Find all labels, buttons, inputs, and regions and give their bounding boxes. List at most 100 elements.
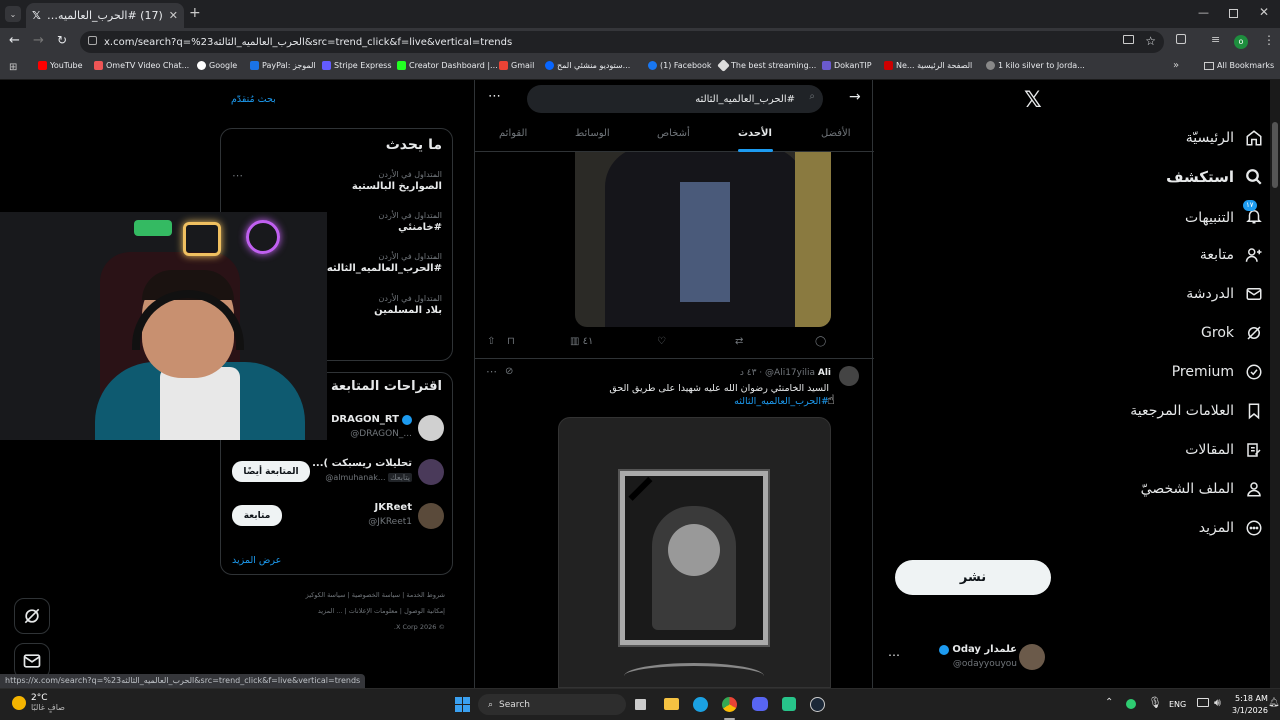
post-more-icon[interactable]: ⋯ bbox=[486, 365, 497, 378]
all-bookmarks[interactable]: All Bookmarks bbox=[1204, 61, 1274, 70]
post-image[interactable] bbox=[575, 152, 831, 327]
bookmark-stripe[interactable]: Stripe Express bbox=[322, 61, 392, 70]
tray-app-icon[interactable] bbox=[1126, 699, 1136, 709]
footer-link[interactable]: شروط الخدمة bbox=[406, 591, 445, 599]
post-time[interactable]: ٤٣ د bbox=[740, 368, 757, 378]
nav-grok[interactable]: Grok bbox=[1201, 324, 1263, 342]
nav-premium[interactable]: Premium bbox=[1172, 363, 1263, 381]
trend-more-icon[interactable]: ⋯ bbox=[232, 169, 243, 182]
star-icon[interactable]: ☆ bbox=[1145, 34, 1156, 48]
like-icon[interactable]: ♡ bbox=[657, 336, 666, 347]
grok-icon[interactable]: ⊘ bbox=[505, 366, 513, 377]
language-indicator[interactable]: ENG bbox=[1169, 700, 1186, 709]
profile-avatar-icon[interactable]: o bbox=[1234, 35, 1248, 49]
active-browser-tab[interactable]: ✕ (17) #الحرب_العالميه_الثالثه - الب 𝕏 bbox=[26, 3, 184, 28]
nav-home[interactable]: الرئيسيّة bbox=[1186, 129, 1263, 147]
reply-icon[interactable]: ◯ bbox=[815, 336, 826, 347]
suggestion-row[interactable]: تحليلات ريسبكت )... @almuhanak... يتابعك… bbox=[221, 457, 454, 491]
back-icon[interactable]: ← bbox=[9, 33, 20, 48]
show-more-link[interactable]: عرض المزيد bbox=[232, 555, 281, 566]
nav-articles[interactable]: المقالات bbox=[1185, 441, 1263, 459]
more-bookmarks-icon[interactable]: » bbox=[1173, 60, 1179, 71]
bookmark-silver[interactable]: 1 kilo silver to Jorda... bbox=[986, 61, 1085, 70]
bookmark-studio[interactable]: ستوديو منشئي المح... bbox=[545, 61, 630, 70]
bookmark-paypal[interactable]: PayPal: الموجز bbox=[250, 61, 316, 70]
microphone-icon[interactable]: 🎙︎ bbox=[1148, 696, 1162, 709]
post-avatar[interactable] bbox=[839, 366, 859, 386]
edge-icon[interactable] bbox=[693, 697, 708, 712]
task-view-icon[interactable] bbox=[635, 699, 646, 710]
footer-link[interactable]: سياسة الكوكيز bbox=[306, 591, 346, 599]
footer-link[interactable]: معلومات الإعلانات bbox=[349, 607, 398, 615]
network-icon[interactable] bbox=[1197, 698, 1209, 707]
volume-icon[interactable]: 🔊︎ bbox=[1214, 696, 1221, 710]
close-window-button[interactable]: ✕ bbox=[1259, 5, 1269, 19]
tab-media[interactable]: الوسائط bbox=[575, 128, 610, 139]
share-icon[interactable]: ⇧ bbox=[487, 336, 495, 347]
post-author[interactable]: Ali bbox=[818, 368, 831, 378]
trend-item[interactable]: المتداول في الأردن بلاد المسلمين bbox=[374, 294, 442, 316]
follow-button[interactable]: متابعة bbox=[232, 505, 282, 526]
nav-bookmarks[interactable]: العلامات المرجعية bbox=[1130, 402, 1263, 420]
maximize-button[interactable] bbox=[1229, 9, 1238, 18]
tab-people[interactable]: أشخاص bbox=[657, 128, 690, 139]
trend-item[interactable]: المتداول في الأردن الصواريخ البالستية bbox=[352, 170, 442, 192]
post-hashtag[interactable]: #الحرب_العالميه_الثالثه bbox=[734, 396, 829, 407]
footer-link[interactable]: ... المزيد bbox=[318, 607, 343, 615]
weather-widget[interactable]: 2°C صافٍ غالبًا bbox=[12, 693, 65, 712]
nav-profile[interactable]: الملف الشخصيّ bbox=[1141, 480, 1263, 498]
discord-icon[interactable] bbox=[752, 697, 768, 711]
bookmark-gmail[interactable]: Gmail bbox=[499, 61, 534, 70]
account-switcher[interactable]: ⋯ Oday علمدار @odayyouyou bbox=[885, 640, 1045, 676]
steam-icon[interactable] bbox=[810, 697, 825, 712]
advanced-search-link[interactable]: بحث مُتقدّم bbox=[231, 94, 276, 105]
trend-item[interactable]: المتداول في الأردن #الحرب_العالميه_الثالث… bbox=[327, 252, 442, 274]
tab-lists[interactable]: القوائم bbox=[499, 128, 527, 139]
media-icon[interactable]: ≡ bbox=[1211, 33, 1220, 46]
bookmark-youtube[interactable]: YouTube bbox=[38, 61, 83, 70]
file-explorer-icon[interactable] bbox=[664, 698, 679, 710]
notification-bell-icon[interactable]: 🔔︎ bbox=[1268, 698, 1279, 708]
close-tab-icon[interactable]: ✕ bbox=[169, 9, 178, 22]
bookmark-dokantip[interactable]: DokanTIP bbox=[822, 61, 872, 70]
nav-notifications[interactable]: التنبيهات ١٧ bbox=[1185, 200, 1263, 229]
extensions-icon[interactable] bbox=[1176, 34, 1186, 44]
footer-link[interactable]: إمكانية الوصول bbox=[404, 607, 445, 615]
bookmark-ometv[interactable]: OmeTV Video Chat... bbox=[94, 61, 189, 70]
tab-latest[interactable]: الأحدث bbox=[738, 128, 772, 139]
tab-list-button[interactable]: ⌄ bbox=[5, 6, 21, 22]
trend-item[interactable]: المتداول في الأردن #خامنئي bbox=[379, 211, 442, 233]
search-input[interactable]: #الحرب_العالميه_الثالثه ⌕ bbox=[527, 85, 823, 113]
search-options-icon[interactable]: ⋯ bbox=[488, 89, 501, 104]
bookmark-facebook[interactable]: (1) Facebook bbox=[648, 61, 711, 70]
page-scrollbar[interactable] bbox=[1270, 80, 1280, 688]
post-handle[interactable]: @Ali17yilia bbox=[765, 368, 815, 378]
x-logo[interactable]: 𝕏 bbox=[1024, 88, 1042, 113]
bookmark-streaming[interactable]: The best streaming... bbox=[717, 59, 816, 72]
reload-icon[interactable]: ↻ bbox=[57, 33, 67, 47]
footer-link[interactable]: سياسة الخصوصية bbox=[352, 591, 400, 599]
bookmark-home[interactable]: Ne... الصفحة الرئيسية bbox=[884, 61, 972, 70]
url-bar[interactable]: x.com/search?q=%23الحرب_العالميه_الثالثه… bbox=[80, 31, 1164, 53]
menu-icon[interactable]: ⋮ bbox=[1263, 33, 1275, 47]
nav-follow[interactable]: متابعة bbox=[1200, 246, 1263, 264]
taskbar-search[interactable]: ⌕ Search bbox=[478, 694, 626, 715]
account-more-icon[interactable]: ⋯ bbox=[888, 648, 900, 662]
grok-floating-button[interactable] bbox=[14, 598, 50, 634]
bookmark-creator[interactable]: Creator Dashboard |... bbox=[397, 61, 498, 70]
app-icon[interactable] bbox=[782, 697, 796, 711]
tab-top[interactable]: الأفضل bbox=[821, 128, 851, 139]
site-info-icon[interactable] bbox=[88, 36, 97, 45]
start-button[interactable] bbox=[455, 697, 470, 712]
nav-chat[interactable]: الدردشة bbox=[1186, 285, 1263, 303]
bookmark-google[interactable]: Google bbox=[197, 61, 237, 70]
new-tab-button[interactable]: + bbox=[189, 5, 201, 21]
scrollbar-thumb[interactable] bbox=[1272, 122, 1278, 188]
post-button[interactable]: نشر bbox=[895, 560, 1051, 595]
nav-explore[interactable]: استكشف bbox=[1166, 168, 1263, 186]
post-image[interactable] bbox=[558, 417, 831, 688]
follow-back-button[interactable]: المتابعة أيضًا bbox=[232, 461, 310, 482]
chrome-icon[interactable] bbox=[722, 697, 737, 712]
clock[interactable]: 5:18 AM 3/1/2026 bbox=[1232, 693, 1268, 717]
nav-more[interactable]: المزيد bbox=[1199, 519, 1263, 537]
